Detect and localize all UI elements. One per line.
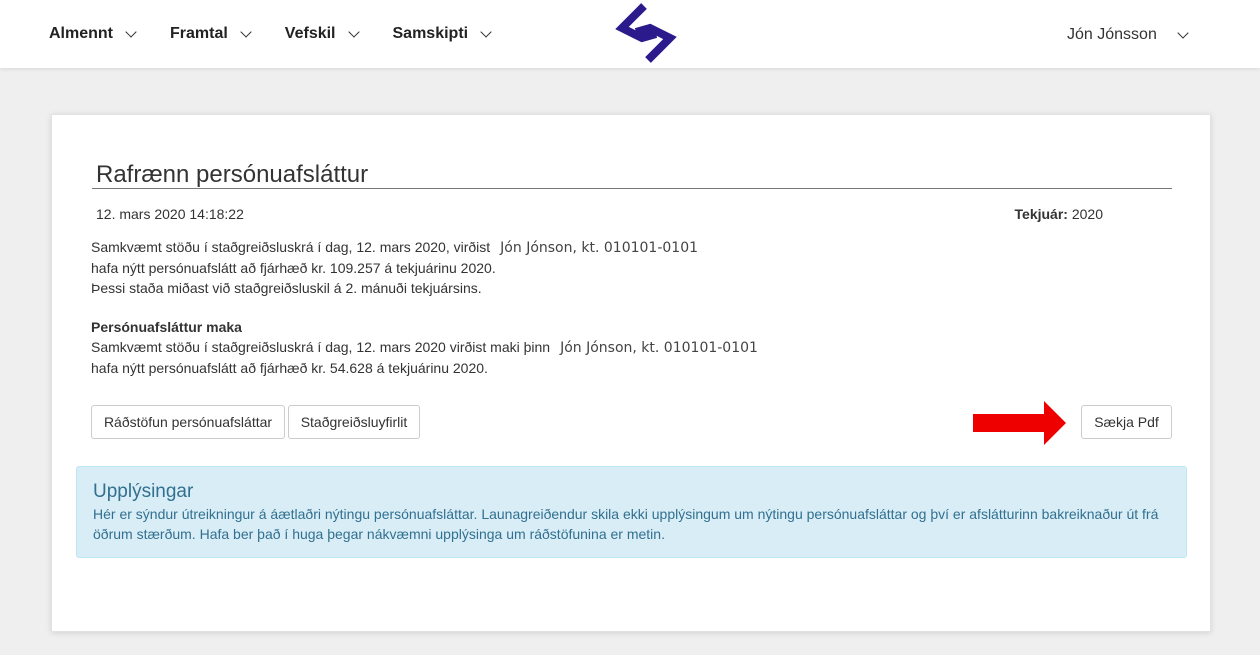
income-year-value: 2020 <box>1071 206 1103 222</box>
user-name: Jón Jónsson <box>1067 26 1157 43</box>
summary-line-3: Þessi staða miðast við staðgreiðsluskil … <box>91 280 482 296</box>
nav-item-almennt[interactable]: Almennt <box>49 25 137 43</box>
nav-item-label: Almennt <box>49 25 113 42</box>
chevron-down-icon <box>240 25 252 38</box>
info-title: Upplýsingar <box>93 481 194 502</box>
taxpayer-name: Jón Jónson, kt. 010101-0101 <box>500 240 699 256</box>
withholding-summary-button[interactable]: Staðgreiðsluyfirlit <box>288 405 420 439</box>
summary-line-2: hafa nýtt persónuafslátt að fjárhæð kr. … <box>91 260 496 276</box>
info-text: Hér er sýndur útreikningur á áætlaðri ný… <box>93 506 1159 542</box>
spouse-line-2: hafa nýtt persónuafslátt að fjárhæð kr. … <box>91 360 488 376</box>
title-divider <box>92 188 1172 189</box>
chevron-down-icon <box>1177 26 1189 39</box>
timestamp: 12. mars 2020 14:18:22 <box>96 206 244 222</box>
main-card: Rafrænn persónuafsláttur 12. mars 2020 1… <box>51 114 1211 632</box>
spouse-line-1: Samkvæmt stöðu í staðgreiðsluskrá í dag,… <box>91 339 551 355</box>
page-title: Rafrænn persónuafsláttur <box>96 161 369 188</box>
download-pdf-button[interactable]: Sækja Pdf <box>1081 405 1172 439</box>
chevron-down-icon <box>480 25 492 38</box>
nav-item-vefskil[interactable]: Vefskil <box>284 25 360 43</box>
income-year: Tekjuár: 2020 <box>1015 206 1103 222</box>
income-year-label: Tekjuár: <box>1014 206 1068 222</box>
main-nav: Almennt Framtal Vefskil Samskipti <box>49 0 525 68</box>
logo-icon[interactable] <box>614 2 678 64</box>
nav-item-label: Samskipti <box>392 25 469 42</box>
nav-item-label: Vefskil <box>284 25 336 42</box>
user-menu[interactable]: Jón Jónsson <box>1067 0 1189 70</box>
allowance-summary: Samkvæmt stöðu í staðgreiðsluskrá í dag,… <box>91 237 698 298</box>
top-navbar: Almennt Framtal Vefskil Samskipti Jón Jó… <box>0 0 1260 68</box>
chevron-down-icon <box>125 25 137 38</box>
spouse-name: Jón Jónson, kt. 010101-0101 <box>560 340 758 356</box>
spouse-heading: Persónuafsláttur maka <box>91 319 242 335</box>
chevron-down-icon <box>347 25 360 38</box>
nav-item-samskipti[interactable]: Samskipti <box>392 25 492 43</box>
spouse-allowance-summary: Persónuafsláttur maka Samkvæmt stöðu í s… <box>91 317 758 378</box>
allocation-button[interactable]: Ráðstöfun persónuafsláttar <box>91 405 285 439</box>
nav-item-label: Framtal <box>170 25 228 42</box>
summary-line-1: Samkvæmt stöðu í staðgreiðsluskrá í dag,… <box>91 239 491 255</box>
arrow-right-icon <box>973 401 1066 445</box>
info-alert: Upplýsingar Hér er sýndur útreikningur á… <box>76 466 1187 558</box>
nav-item-framtal[interactable]: Framtal <box>170 25 252 43</box>
